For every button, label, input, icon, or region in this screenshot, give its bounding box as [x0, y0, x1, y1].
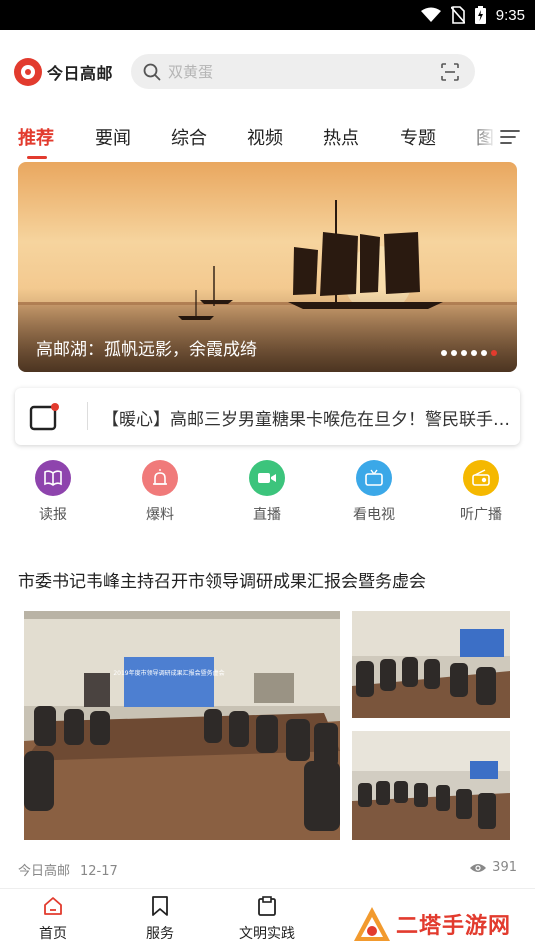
nav-label: 服务: [146, 926, 174, 942]
pager-dot[interactable]: [441, 350, 447, 356]
tab-recommend[interactable]: 推荐: [18, 124, 54, 150]
pager-dot[interactable]: [471, 350, 477, 356]
ticker-divider: [87, 402, 88, 430]
pager-dot[interactable]: [481, 350, 487, 356]
search-input[interactable]: 双黄蛋: [168, 61, 213, 82]
hero-banner[interactable]: 高邮湖：孤帆远影，余霞成绮: [18, 162, 517, 372]
scan-icon[interactable]: [441, 63, 459, 81]
quick-label: 直播: [253, 507, 281, 523]
video-camera-icon: [249, 460, 285, 496]
no-sim-icon: [450, 6, 465, 24]
article-photo-main[interactable]: 2019年度市领导调研成果汇报会暨务虚会: [24, 611, 340, 840]
quick-live[interactable]: 直播: [232, 460, 302, 524]
active-tab-indicator: [27, 156, 47, 159]
banner-caption: 高邮湖：孤帆远影，余霞成绮: [36, 340, 257, 360]
siren-icon: [142, 460, 178, 496]
view-count: 391: [492, 860, 517, 875]
quick-read-paper[interactable]: 读报: [18, 460, 88, 524]
search-bar[interactable]: 双黄蛋: [131, 54, 475, 89]
channel-tabs: 推荐 要闻 综合 视频 热点 专题 图: [0, 114, 535, 162]
news-alert-icon: [29, 403, 59, 431]
pager-dot[interactable]: [461, 350, 467, 356]
article-photo-secondary[interactable]: [352, 611, 510, 718]
tab-video[interactable]: 视频: [247, 124, 283, 150]
article-title[interactable]: 市委书记韦峰主持召开市领导调研成果汇报会暨务虚会: [18, 567, 426, 592]
quick-label: 读报: [39, 507, 67, 523]
home-icon: [44, 897, 62, 915]
article-source: 今日高邮: [18, 864, 71, 879]
nav-label: 文明实践: [239, 926, 295, 942]
news-ticker[interactable]: 【暖心】高邮三岁男童糖果卡喉危在旦夕！警民联手紧急救助: [15, 388, 520, 445]
quick-label: 听广播: [460, 507, 502, 523]
watermark-logo-icon: [354, 907, 390, 941]
quick-label: 看电视: [353, 507, 395, 523]
wifi-icon: [420, 7, 441, 22]
quick-tip-off[interactable]: 爆料: [125, 460, 195, 524]
article-views: 391: [469, 860, 517, 875]
clock: 9:35: [495, 6, 525, 24]
search-icon: [143, 63, 161, 80]
slide-text: 2019年度市领导调研成果汇报会暨务虚会: [113, 669, 224, 677]
quick-entries: 读报 爆料 直播 看电视 听广播: [0, 460, 535, 530]
app-header: 今日高邮 双黄蛋: [0, 30, 535, 114]
tab-general[interactable]: 综合: [171, 124, 207, 150]
radio-icon: [463, 460, 499, 496]
article-photo-tertiary[interactable]: [352, 731, 510, 840]
nav-label: 首页: [39, 926, 67, 942]
logo-mark-icon: [14, 58, 42, 86]
bookmark-icon: [152, 896, 168, 916]
article-meta: 今日高邮 12-17: [18, 860, 118, 879]
nav-civilization-practice[interactable]: 文明实践: [227, 895, 307, 943]
channel-menu-icon[interactable]: [499, 128, 521, 146]
nav-home[interactable]: 首页: [13, 895, 93, 943]
tv-icon: [356, 460, 392, 496]
article-date: 12-17: [80, 864, 118, 879]
tab-hot[interactable]: 热点: [323, 124, 359, 150]
tab-headlines[interactable]: 要闻: [95, 124, 131, 150]
ticker-headline[interactable]: 【暖心】高邮三岁男童糖果卡喉危在旦夕！警民联手紧急救助: [102, 405, 512, 430]
read-paper-icon: [35, 460, 71, 496]
app-logo[interactable]: 今日高邮: [14, 58, 113, 86]
watermark-text: 二塔手游网: [396, 914, 512, 939]
quick-radio[interactable]: 听广播: [446, 460, 516, 524]
quick-label: 爆料: [146, 507, 174, 523]
site-watermark: 二塔手游网: [352, 905, 511, 943]
quick-watch-tv[interactable]: 看电视: [339, 460, 409, 524]
nav-services[interactable]: 服务: [120, 895, 200, 943]
battery-charging-icon: [474, 6, 486, 24]
app-name: 今日高邮: [47, 64, 114, 83]
banner-pager: [441, 350, 497, 356]
tab-topics[interactable]: 专题: [400, 124, 436, 150]
eye-icon: [470, 863, 487, 872]
status-bar: 9:35: [0, 0, 535, 30]
clipboard-icon: [258, 896, 276, 916]
pager-dot-active[interactable]: [491, 350, 497, 356]
pager-dot[interactable]: [451, 350, 457, 356]
